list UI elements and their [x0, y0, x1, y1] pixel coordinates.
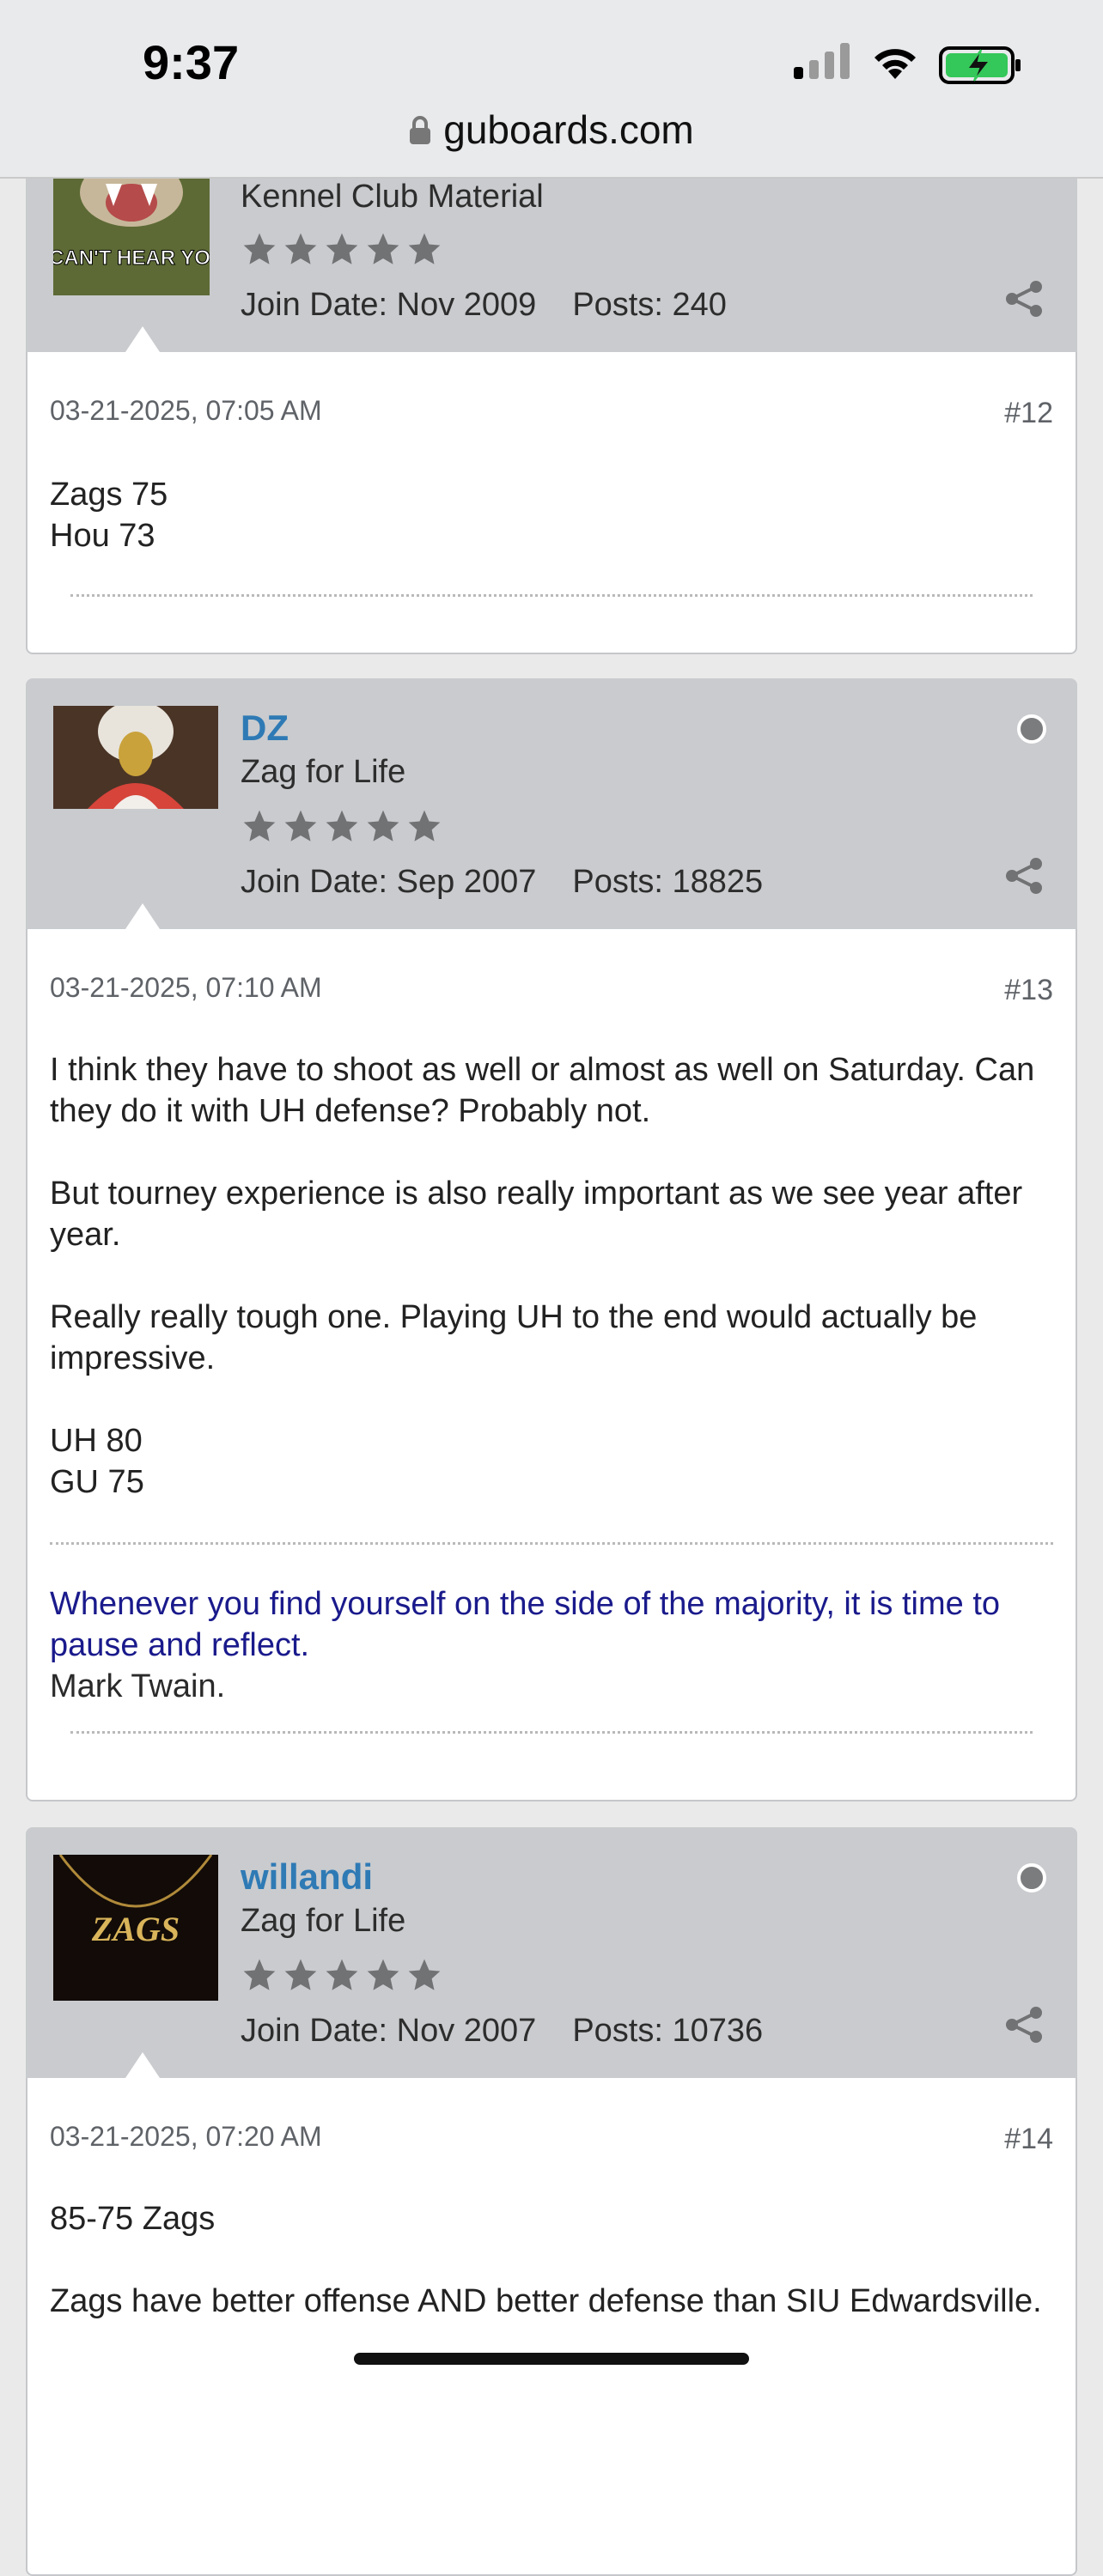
username-link[interactable]: DZ: [241, 708, 289, 749]
star-icon: [326, 810, 358, 841]
online-status-icon: [1017, 714, 1046, 744]
post-divider: [70, 1731, 1033, 1734]
star-icon: [408, 233, 441, 264]
message-line: Hou 73: [50, 518, 155, 554]
message-line: 85-75 Zags: [50, 2201, 216, 2237]
reputation-stars: [241, 1956, 443, 1994]
post-count: Posts: 240: [572, 287, 727, 323]
post-message: Zags 75 Hou 73: [50, 474, 1053, 556]
svg-text:ZAGS: ZAGS: [91, 1910, 180, 1948]
post-pointer: [125, 2052, 160, 2078]
join-info: Join Date: Sep 2007 Posts: 18825: [241, 864, 763, 901]
post-header: I CAN'T HEAR YOU Kennel Club Material Jo…: [26, 177, 1077, 352]
post-body: 03-21-2025, 07:10 AM #13 I think they ha…: [26, 929, 1077, 1801]
star-icon: [326, 1959, 358, 1990]
post-count: Posts: 10736: [572, 2013, 764, 2049]
share-icon[interactable]: [1003, 278, 1045, 319]
share-icon[interactable]: [1003, 2004, 1045, 2045]
star-icon: [284, 810, 317, 841]
user-title: Zag for Life: [241, 1903, 406, 1939]
star-icon: [367, 233, 399, 264]
share-icon[interactable]: [1003, 855, 1045, 896]
star-icon: [367, 810, 399, 841]
post-date: 03-21-2025, 07:10 AM: [50, 972, 322, 1003]
home-indicator[interactable]: [354, 2353, 749, 2365]
wifi-icon: [874, 49, 916, 79]
star-icon: [408, 810, 441, 841]
lock-icon: [410, 116, 431, 144]
post-body: 03-21-2025, 07:20 AM #14 85-75 Zags Zags…: [26, 2078, 1077, 2576]
signal-icon: [794, 43, 850, 79]
post-message: I think they have to shoot as well or al…: [50, 1049, 1053, 1503]
message-line: Zags 75: [50, 477, 168, 513]
signature: Whenever you find yourself on the side o…: [50, 1583, 1053, 1707]
avatar[interactable]: ZAGS: [53, 1855, 218, 2001]
post-count: Posts: 18825: [572, 864, 764, 900]
url-text: guboards.com: [443, 107, 694, 152]
cat-avatar-image: I CAN'T HEAR YOU: [53, 177, 210, 295]
signature-quote: Whenever you find yourself on the side o…: [50, 1586, 1001, 1663]
join-info: Join Date: Nov 2007 Posts: 10736: [241, 2013, 763, 2050]
star-icon: [408, 1959, 441, 1990]
star-icon: [326, 233, 358, 264]
post-message: 85-75 Zags Zags have better offense AND …: [50, 2198, 1053, 2322]
post-number[interactable]: #14: [1004, 2123, 1053, 2156]
star-icon: [243, 233, 276, 264]
user-title: Kennel Club Material: [241, 179, 544, 215]
post-pointer: [125, 326, 160, 352]
message-paragraph: Zags have better offense AND better defe…: [50, 2283, 1042, 2319]
post-header: DZ Zag for Life Join Date: Sep 2007 Posts…: [26, 678, 1077, 929]
avatar[interactable]: I CAN'T HEAR YOU: [53, 177, 210, 295]
signature-divider: [50, 1542, 1053, 1545]
reputation-stars: [241, 807, 443, 845]
avatar[interactable]: [53, 706, 218, 809]
svg-text:I CAN'T HEAR YOU: I CAN'T HEAR YOU: [53, 246, 210, 270]
star-icon: [243, 810, 276, 841]
post-date: 03-21-2025, 07:05 AM: [50, 395, 322, 426]
join-date: Join Date: Nov 2007: [241, 2013, 537, 2049]
post-number[interactable]: #13: [1004, 974, 1053, 1007]
message-paragraph: Really really tough one. Playing UH to t…: [50, 1299, 978, 1376]
post-date: 03-21-2025, 07:20 AM: [50, 2121, 322, 2152]
signature-author: Mark Twain.: [50, 1668, 226, 1704]
join-info: Join Date: Nov 2009 Posts: 240: [241, 287, 727, 324]
battery-charging-icon: [939, 46, 1021, 84]
username-link[interactable]: willandi: [241, 1856, 373, 1898]
status-time: 9:37: [143, 35, 240, 89]
avatar-image: [53, 706, 218, 809]
star-icon: [367, 1959, 399, 1990]
post-number[interactable]: #12: [1004, 397, 1053, 430]
star-icon: [243, 1959, 276, 1990]
address-bar[interactable]: guboards.com: [0, 106, 1103, 153]
post-pointer: [125, 903, 160, 929]
status-bar: 9:37 guboards.com: [0, 0, 1103, 179]
reputation-stars: [241, 230, 443, 268]
avatar-image: ZAGS: [53, 1855, 218, 2001]
message-paragraph: I think they have to shoot as well or al…: [50, 1052, 1035, 1129]
message-line: GU 75: [50, 1464, 144, 1500]
message-paragraph: But tourney experience is also really im…: [50, 1176, 1023, 1253]
join-date: Join Date: Sep 2007: [241, 864, 537, 900]
join-date: Join Date: Nov 2009: [241, 287, 537, 323]
message-line: UH 80: [50, 1423, 143, 1459]
star-icon: [284, 233, 317, 264]
user-title: Zag for Life: [241, 754, 406, 790]
online-status-icon: [1017, 1863, 1046, 1893]
post-body: 03-21-2025, 07:05 AM #12 Zags 75 Hou 73: [26, 352, 1077, 654]
post-header: ZAGS willandi Zag for Life Join Date: No…: [26, 1827, 1077, 2078]
post-divider: [70, 594, 1033, 597]
star-icon: [284, 1959, 317, 1990]
